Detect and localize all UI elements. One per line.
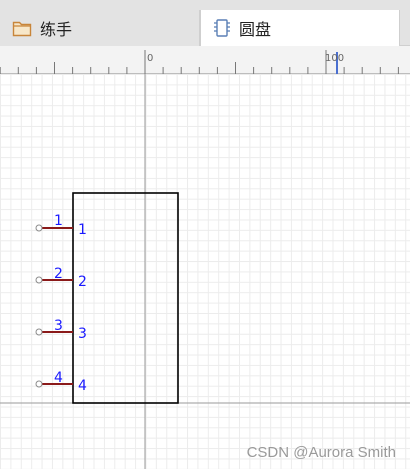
pin-3[interactable]: 3 3	[35, 318, 87, 342]
pin-4[interactable]: 4 4	[35, 370, 87, 394]
pin-number: 3	[54, 318, 63, 334]
pin-name: 2	[78, 274, 87, 290]
ruler-label-hundred: 100	[325, 53, 344, 64]
folder-icon	[12, 19, 32, 37]
horizontal-ruler: 0 100	[0, 46, 410, 74]
tab-label: 练手	[40, 20, 73, 39]
pin-number: 2	[54, 266, 63, 282]
ruler-label-zero: 0	[147, 53, 153, 64]
chip-icon	[213, 18, 231, 38]
tab-yuanpan[interactable]: 圆盘	[200, 10, 400, 46]
watermark: CSDN @Aurora Smith	[246, 444, 396, 461]
pin-number: 4	[54, 370, 63, 386]
pin-name: 4	[78, 378, 87, 394]
tab-label: 圆盘	[239, 20, 272, 39]
tab-bar: 练手 圆盘	[0, 0, 410, 46]
pin-2[interactable]: 2 2	[35, 266, 87, 290]
pin-number: 1	[54, 213, 63, 229]
pin-name: 1	[78, 222, 87, 238]
schematic-canvas[interactable]: 1 1 2 2 3 3 4 4	[0, 74, 410, 469]
tab-lianshou[interactable]: 练手	[0, 10, 200, 46]
pin-1[interactable]: 1 1	[35, 213, 87, 238]
pin-name: 3	[78, 326, 87, 342]
component-body[interactable]	[72, 192, 179, 404]
